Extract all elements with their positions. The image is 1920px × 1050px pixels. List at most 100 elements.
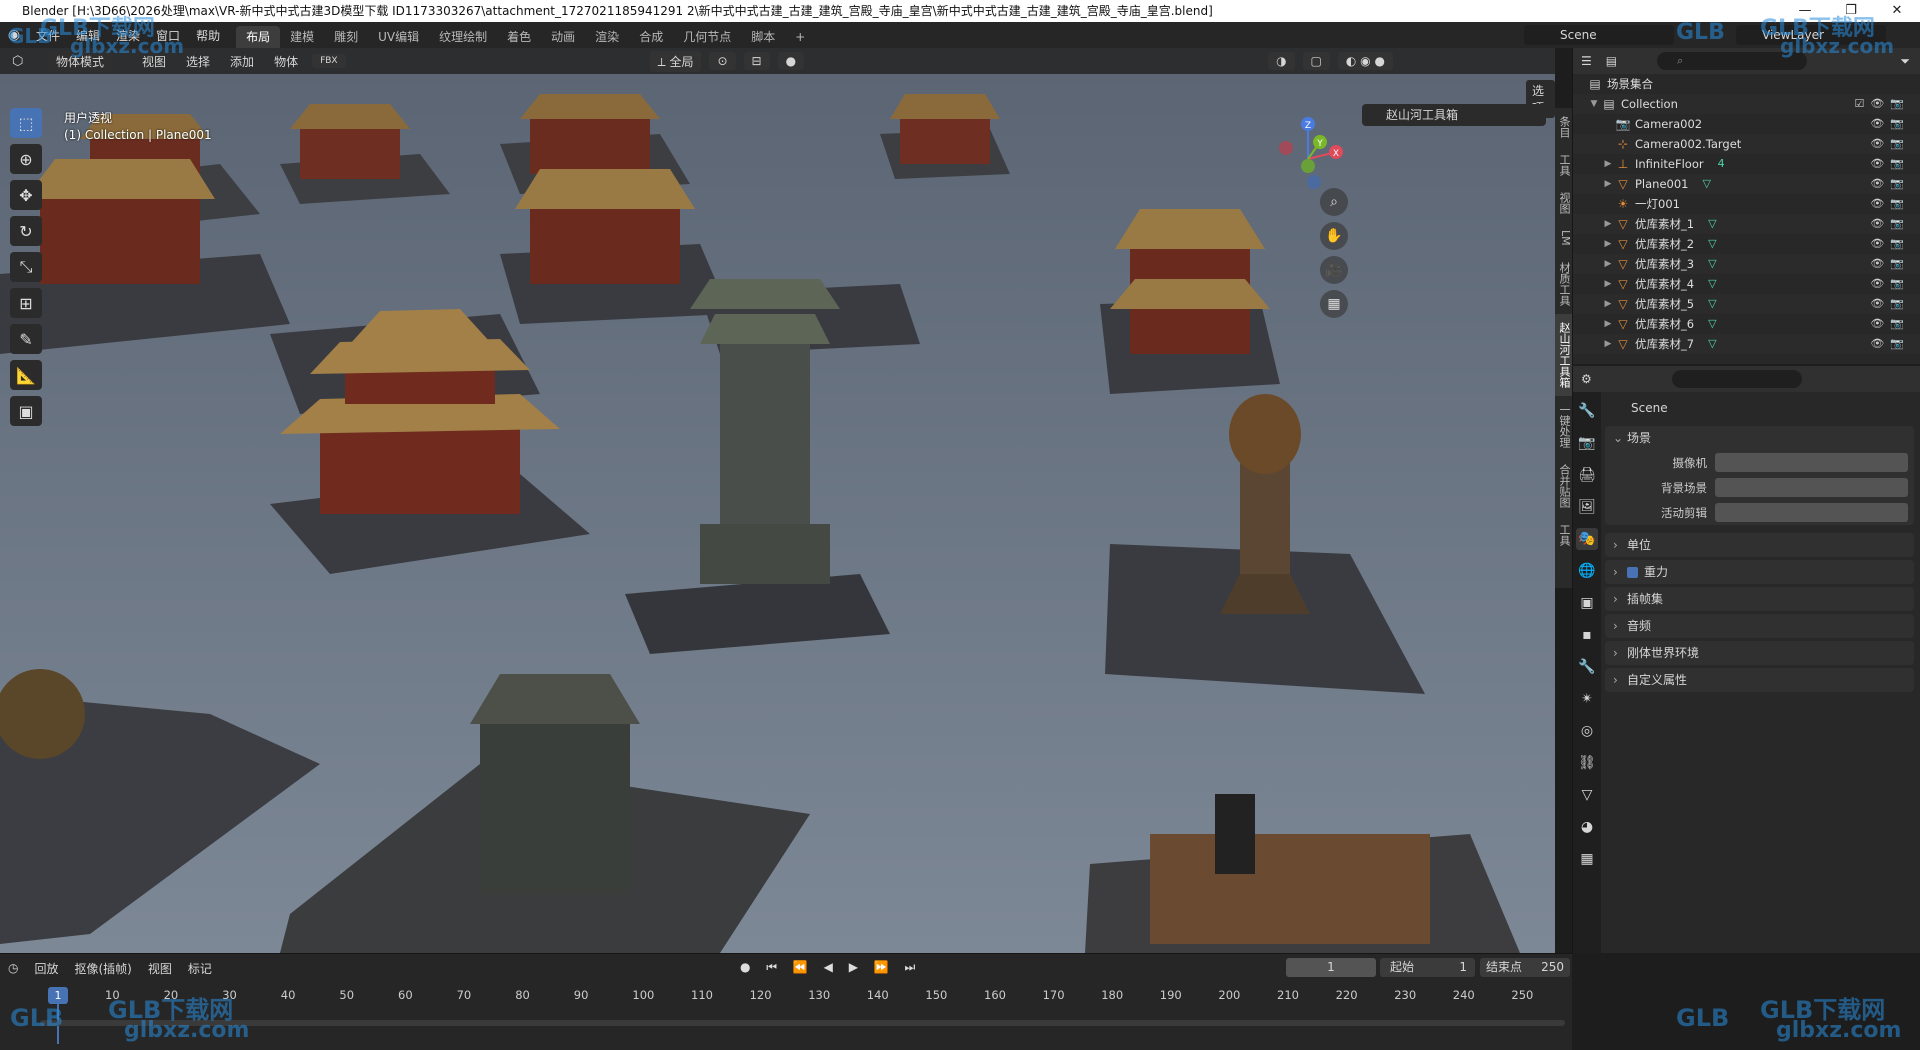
- properties-search-input[interactable]: [1671, 370, 1802, 388]
- visibility-icons[interactable]: 👁📷: [1870, 254, 1910, 274]
- menu-timeline-view[interactable]: 视图: [140, 960, 180, 977]
- expand-icon[interactable]: ▶: [1601, 334, 1615, 354]
- tab-texture-paint[interactable]: 纹理绘制: [429, 26, 497, 48]
- current-frame-indicator[interactable]: 1: [48, 987, 68, 1004]
- add-workspace-button[interactable]: +: [785, 26, 815, 48]
- outliner-item[interactable]: ▶ ▽ 优库素材_4 ▽ 👁📷: [1573, 274, 1920, 294]
- snap-icon[interactable]: ⊟: [743, 52, 770, 70]
- section-audio[interactable]: 音频: [1605, 614, 1914, 638]
- expand-icon[interactable]: ▶: [1601, 294, 1615, 314]
- outliner-item[interactable]: ▶ ▽ 优库素材_2 ▽ 👁📷: [1573, 234, 1920, 254]
- visibility-icons[interactable]: 👁📷: [1870, 154, 1910, 174]
- expand-icon[interactable]: ▶: [1601, 314, 1615, 334]
- tab-modeling[interactable]: 建模: [280, 26, 324, 48]
- tab-rendering[interactable]: 渲染: [585, 26, 629, 48]
- visibility-icons[interactable]: 👁📷: [1870, 194, 1910, 214]
- output-tab-icon[interactable]: 🖨: [1576, 464, 1598, 486]
- outliner-item[interactable]: ▶ ⊥ InfiniteFloor 4 👁📷: [1573, 154, 1920, 174]
- sidetab-material-tools[interactable]: 材质工具: [1555, 254, 1572, 314]
- menu-render[interactable]: 渲染: [108, 27, 148, 44]
- sidetab-lm[interactable]: LM: [1555, 222, 1572, 254]
- tab-geometry-nodes[interactable]: 几何节点: [673, 26, 741, 48]
- menu-playback[interactable]: 回放: [26, 960, 66, 977]
- object-tab-icon[interactable]: ▪: [1576, 624, 1598, 646]
- proportional-edit-icon[interactable]: ●: [777, 52, 805, 70]
- menu-view[interactable]: 视图: [132, 53, 176, 70]
- select-box-icon[interactable]: ⬚: [10, 108, 42, 138]
- particles-tab-icon[interactable]: ✴: [1576, 688, 1598, 710]
- expand-icon[interactable]: ▶: [1601, 254, 1615, 274]
- overlay-icon[interactable]: ◑: [1268, 52, 1295, 70]
- outliner-item[interactable]: ▶ ▽ Plane001 ▽ 👁📷: [1573, 174, 1920, 194]
- minimize-button[interactable]: —: [1782, 0, 1828, 22]
- constraints-tab-icon[interactable]: ⛓: [1576, 752, 1598, 774]
- expand-icon[interactable]: ▶: [1601, 274, 1615, 294]
- view-layer-tab-icon[interactable]: 🖼: [1576, 496, 1598, 518]
- camera-value[interactable]: [1715, 453, 1908, 472]
- visibility-icons[interactable]: 👁📷: [1870, 274, 1910, 294]
- collection-visibility-icons[interactable]: ☑👁📷: [1854, 94, 1910, 114]
- sidetab-merge-textures[interactable]: 合并贴图: [1555, 456, 1572, 516]
- sidetab-view[interactable]: 视图: [1555, 184, 1572, 222]
- menu-help[interactable]: 帮助: [188, 27, 228, 44]
- ortho-grid-icon[interactable]: ▦: [1320, 290, 1348, 318]
- menu-edit[interactable]: 编辑: [68, 27, 108, 44]
- end-frame-field[interactable]: 结束点 250: [1480, 958, 1570, 977]
- outliner-item[interactable]: ▶ ▽ 优库素材_6 ▽ 👁📷: [1573, 314, 1920, 334]
- current-frame-field[interactable]: 1: [1286, 958, 1376, 977]
- outliner-item[interactable]: ▶ ▽ 优库素材_1 ▽ 👁📷: [1573, 214, 1920, 234]
- annotate-icon[interactable]: ✎: [10, 324, 42, 354]
- transform-icon[interactable]: ⊞: [10, 288, 42, 318]
- start-frame-field[interactable]: 起始 1: [1380, 958, 1475, 977]
- scene-panel-header[interactable]: 场景: [1605, 426, 1914, 450]
- section-rigid-body-world[interactable]: 刚体世界环境: [1605, 641, 1914, 665]
- physics-tab-icon[interactable]: ◎: [1576, 720, 1598, 742]
- visibility-icons[interactable]: 👁📷: [1870, 314, 1910, 334]
- visibility-icons[interactable]: 👁📷: [1870, 114, 1910, 134]
- camera-field[interactable]: 摄像机: [1605, 450, 1914, 475]
- menu-keying[interactable]: 抠像(插帧): [67, 960, 140, 977]
- xray-icon[interactable]: ▢: [1302, 52, 1330, 70]
- tool-tab-icon[interactable]: 🔧: [1576, 400, 1598, 422]
- outliner-item[interactable]: ⊹ Camera002.Target 👁📷: [1573, 134, 1920, 154]
- sidetab-toolbox[interactable]: 赵山河工具箱: [1555, 313, 1572, 396]
- section-units[interactable]: 单位: [1605, 533, 1914, 557]
- background-scene-value[interactable]: [1715, 478, 1908, 497]
- expand-icon[interactable]: ▶: [1601, 174, 1615, 194]
- collapse-icon[interactable]: ▼: [1587, 94, 1601, 114]
- section-custom-properties[interactable]: 自定义属性: [1605, 668, 1914, 692]
- scene-tab-icon[interactable]: 🎭: [1576, 528, 1598, 550]
- menu-file[interactable]: 文件: [28, 27, 68, 44]
- filter-icon[interactable]: ⏷: [1900, 54, 1910, 69]
- shading-modes-icon[interactable]: ◐ ◉ ●: [1337, 52, 1393, 70]
- visibility-icons[interactable]: 👁📷: [1870, 294, 1910, 314]
- outliner-item[interactable]: 📷 Camera002 👁📷: [1573, 114, 1920, 134]
- view-layer-selector[interactable]: ViewLayer: [1736, 25, 1886, 45]
- menu-marker[interactable]: 标记: [180, 960, 220, 977]
- visibility-icons[interactable]: 👁📷: [1870, 174, 1910, 194]
- close-button[interactable]: ✕: [1874, 0, 1920, 22]
- menu-select[interactable]: 选择: [176, 53, 220, 70]
- move-icon[interactable]: ✥: [10, 180, 42, 210]
- timeline-editor-icon[interactable]: ◷: [0, 961, 26, 975]
- rotate-icon[interactable]: ↻: [10, 216, 42, 246]
- blender-logo-icon[interactable]: ◉: [0, 27, 28, 43]
- measure-icon[interactable]: 📐: [10, 360, 42, 390]
- tab-shading[interactable]: 着色: [497, 26, 541, 48]
- modifier-tab-icon[interactable]: 🔧: [1576, 656, 1598, 678]
- expand-icon[interactable]: ▶: [1601, 154, 1615, 174]
- scale-icon[interactable]: ⤡: [10, 252, 42, 282]
- object-mode-dropdown[interactable]: 物体模式: [48, 50, 113, 72]
- material-tab-icon[interactable]: ◕: [1576, 816, 1598, 838]
- texture-tab-icon[interactable]: ▦: [1576, 848, 1598, 870]
- frame-ruler[interactable]: 1102030405060708090100110120130140150160…: [0, 984, 1572, 1006]
- visibility-icons[interactable]: 👁📷: [1870, 214, 1910, 234]
- active-clip-value[interactable]: [1715, 503, 1908, 522]
- section-keying-sets[interactable]: 插帧集: [1605, 587, 1914, 611]
- outliner-scene-collection[interactable]: ▤ 场景集合: [1573, 74, 1920, 94]
- tab-uv-editing[interactable]: UV编辑: [368, 26, 429, 48]
- active-clip-field[interactable]: 活动剪辑: [1605, 500, 1914, 525]
- menu-window[interactable]: 窗口: [148, 27, 188, 44]
- pan-hand-icon[interactable]: ✋: [1320, 222, 1348, 250]
- visibility-icons[interactable]: 👁📷: [1870, 334, 1910, 354]
